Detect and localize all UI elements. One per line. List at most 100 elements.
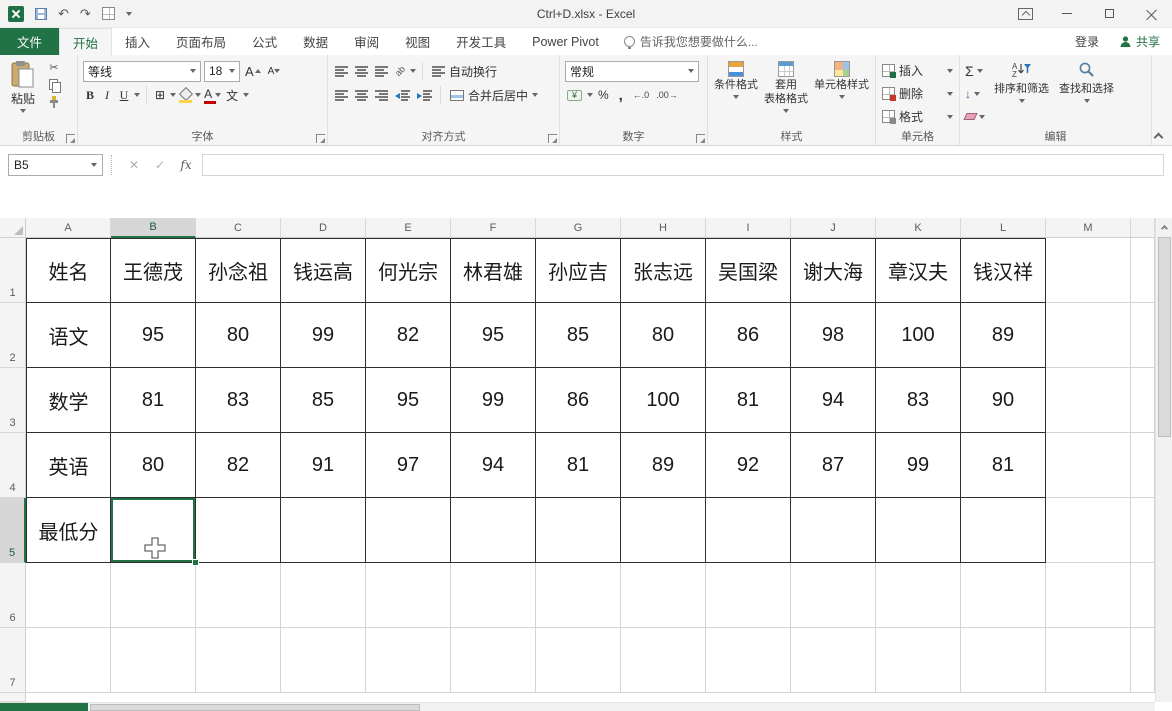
cell-C7[interactable] <box>196 628 281 693</box>
orientation-icon[interactable]: ab <box>393 61 407 81</box>
cell-overflow6[interactable] <box>1131 563 1155 628</box>
formula-input[interactable] <box>202 154 1164 176</box>
accounting-dropdown-icon[interactable] <box>587 93 593 97</box>
sign-in-link[interactable]: 登录 <box>1075 33 1099 50</box>
orientation-dropdown-icon[interactable] <box>410 69 417 73</box>
cell-L4[interactable]: 81 <box>961 433 1046 498</box>
row-header-3[interactable]: 3 <box>0 368 26 433</box>
tell-me-box[interactable]: 告诉我您想要做什么... <box>612 28 770 55</box>
cell-L2[interactable]: 89 <box>961 303 1046 368</box>
fill-color-dropdown-icon[interactable] <box>195 93 202 97</box>
cell-D6[interactable] <box>281 563 366 628</box>
close-button[interactable] <box>1130 0 1172 27</box>
format-painter-icon[interactable] <box>48 96 60 108</box>
cell-K2[interactable]: 100 <box>876 303 961 368</box>
tab-视图[interactable]: 视图 <box>392 28 443 55</box>
tab-审阅[interactable]: 审阅 <box>341 28 392 55</box>
cell-overflow7[interactable] <box>1131 628 1155 693</box>
cell-E7[interactable] <box>366 628 451 693</box>
share-button[interactable]: 共享 <box>1119 33 1160 50</box>
clipboard-dialog-launcher[interactable] <box>66 134 75 143</box>
cell-I3[interactable]: 81 <box>706 368 791 433</box>
vertical-scrollbar[interactable] <box>1155 218 1172 702</box>
cell-J6[interactable] <box>791 563 876 628</box>
autosum-button[interactable]: Σ <box>963 60 987 81</box>
cell-A2[interactable]: 语文 <box>26 303 111 368</box>
row-header-6[interactable]: 6 <box>0 563 26 628</box>
insert-function-icon[interactable]: fx <box>176 158 196 172</box>
decrease-font-size-button[interactable]: A <box>266 61 283 81</box>
cell-M4[interactable] <box>1046 433 1131 498</box>
cell-E6[interactable] <box>366 563 451 628</box>
cell-M2[interactable] <box>1046 303 1131 368</box>
cell-F6[interactable] <box>451 563 536 628</box>
select-all-corner[interactable] <box>0 218 26 238</box>
cell-B6[interactable] <box>111 563 196 628</box>
fill-color-icon[interactable] <box>179 89 193 103</box>
borders-dropdown-icon[interactable] <box>170 93 177 97</box>
cell-I4[interactable]: 92 <box>706 433 791 498</box>
cell-G4[interactable]: 81 <box>536 433 621 498</box>
underline-dropdown-icon[interactable] <box>134 93 140 97</box>
cell-H7[interactable] <box>621 628 706 693</box>
cell-D4[interactable]: 91 <box>281 433 366 498</box>
font-color-icon[interactable]: A <box>204 87 217 104</box>
cell-L7[interactable] <box>961 628 1046 693</box>
tab-开始[interactable]: 开始 <box>59 28 113 55</box>
clear-button[interactable] <box>963 106 987 127</box>
font-name-combo[interactable]: 等线 <box>83 60 201 82</box>
cell-I2[interactable]: 86 <box>706 303 791 368</box>
increase-indent-icon[interactable] <box>415 85 434 105</box>
cell-M6[interactable] <box>1046 563 1131 628</box>
vertical-scroll-thumb[interactable] <box>1158 237 1171 437</box>
cell-overflow2[interactable] <box>1131 303 1155 368</box>
cell-I1[interactable]: 吴国梁 <box>706 238 791 303</box>
cell-J7[interactable] <box>791 628 876 693</box>
cell-A4[interactable]: 英语 <box>26 433 111 498</box>
cell-D1[interactable]: 钱运高 <box>281 238 366 303</box>
qat-customize-icon[interactable] <box>125 11 132 16</box>
phonetic-guide-icon[interactable]: 文 <box>224 85 240 105</box>
cell-L5[interactable] <box>961 498 1046 563</box>
conditional-formatting-button[interactable]: 条件格式 <box>711 60 761 114</box>
cell-K7[interactable] <box>876 628 961 693</box>
accounting-format-icon[interactable]: ¥ <box>565 85 584 105</box>
increase-font-size-button[interactable]: A <box>243 61 263 81</box>
cell-K5[interactable] <box>876 498 961 563</box>
cell-H2[interactable]: 80 <box>621 303 706 368</box>
font-dialog-launcher[interactable] <box>316 134 325 143</box>
cell-D2[interactable]: 99 <box>281 303 366 368</box>
enter-icon[interactable]: ✓ <box>150 158 170 172</box>
alignment-dialog-launcher[interactable] <box>548 134 557 143</box>
underline-button[interactable]: U <box>117 85 131 105</box>
table-icon[interactable] <box>101 7 115 20</box>
scroll-up-button[interactable] <box>1156 218 1172 235</box>
cell-C2[interactable]: 80 <box>196 303 281 368</box>
row-header-overflow[interactable] <box>0 693 26 702</box>
bottom-align-icon[interactable] <box>373 61 390 81</box>
minimize-button[interactable] <box>1046 0 1088 27</box>
paste-button[interactable]: 粘贴 <box>3 60 43 113</box>
cancel-icon[interactable]: ✕ <box>124 158 144 172</box>
column-header-J[interactable]: J <box>791 218 876 238</box>
cell-overflow3[interactable] <box>1131 368 1155 433</box>
cell-K1[interactable]: 章汉夫 <box>876 238 961 303</box>
column-header-H[interactable]: H <box>621 218 706 238</box>
cell-J3[interactable]: 94 <box>791 368 876 433</box>
row-header-5[interactable]: 5 <box>0 498 26 563</box>
tab-公式[interactable]: 公式 <box>239 28 290 55</box>
insert-cells-button[interactable]: 插入 <box>879 60 956 81</box>
cell-C6[interactable] <box>196 563 281 628</box>
increase-decimal-icon[interactable]: ←.0 <box>631 85 652 105</box>
middle-align-icon[interactable] <box>353 61 370 81</box>
font-color-dropdown-icon[interactable] <box>215 93 222 97</box>
redo-icon[interactable]: ↷ <box>80 7 91 20</box>
cell-H1[interactable]: 张志远 <box>621 238 706 303</box>
cell-B1[interactable]: 王德茂 <box>111 238 196 303</box>
cell-E3[interactable]: 95 <box>366 368 451 433</box>
borders-icon[interactable]: ⊞ <box>153 85 167 105</box>
cell-J1[interactable]: 谢大海 <box>791 238 876 303</box>
number-format-combo[interactable]: 常规 <box>565 60 699 82</box>
cell-B2[interactable]: 95 <box>111 303 196 368</box>
cell-K4[interactable]: 99 <box>876 433 961 498</box>
